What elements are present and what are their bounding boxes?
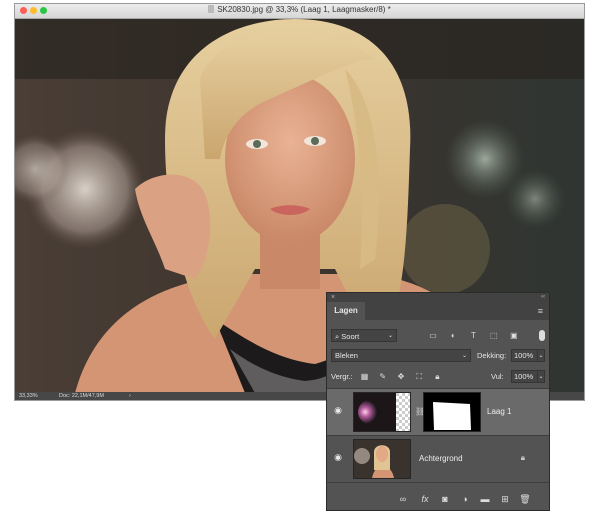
new-group-icon[interactable]: ▬ bbox=[479, 493, 491, 505]
blend-mode-value: Bleken bbox=[335, 351, 358, 360]
document-size: Doc: 22,1M/47,9M bbox=[59, 393, 104, 399]
opacity-label: Dekking: bbox=[477, 351, 507, 360]
opacity-dropdown-icon[interactable]: ⌄ bbox=[537, 349, 545, 362]
lock-row: Vergr.: ▦ ✎ ✥ ⛶ 🔒︎ Vul: 100% ⌄ bbox=[331, 370, 545, 384]
new-layer-icon[interactable]: ⊞ bbox=[499, 493, 511, 505]
panel-header[interactable]: × ‹‹ bbox=[327, 293, 549, 302]
layer-name[interactable]: Achtergrond bbox=[419, 454, 463, 464]
blend-row: Bleken ⌄ Dekking: 100% ⌄ bbox=[331, 349, 545, 363]
chevron-down-icon: ⌄ bbox=[387, 333, 393, 339]
lock-artboard-icon[interactable]: ⛶ bbox=[414, 370, 425, 383]
search-icon: ⌕ bbox=[335, 332, 340, 341]
window-titlebar[interactable]: SK20830.jpg @ 33,3% (Laag 1, Laagmasker/… bbox=[15, 4, 584, 19]
close-panel-icon[interactable]: × bbox=[331, 293, 335, 302]
type-filter-icon[interactable]: T bbox=[467, 329, 479, 342]
document-icon bbox=[208, 5, 215, 13]
collapse-panel-icon[interactable]: ‹‹ bbox=[541, 293, 545, 302]
chevron-down-icon: ⌄ bbox=[461, 353, 467, 359]
layer-thumbnail[interactable] bbox=[353, 392, 411, 432]
panel-menu-icon[interactable]: ≡ bbox=[538, 306, 543, 316]
fill-label: Vul: bbox=[491, 372, 504, 381]
layer-name[interactable]: Laag 1 bbox=[487, 407, 511, 417]
visibility-eye-icon[interactable]: ◉ bbox=[333, 452, 343, 462]
layers-panel: × ‹‹ Lagen ≡ ⌕ Soort ⌄ ▭ ◐ T ⬚ ▣ Bleken … bbox=[326, 292, 550, 511]
panel-bottom-bar: ∞ fx ◙ ◑ ▬ ⊞ 🗑︎ bbox=[327, 488, 549, 510]
add-mask-icon[interactable]: ◙ bbox=[439, 493, 451, 505]
lock-all-icon[interactable]: 🔒︎ bbox=[432, 370, 443, 383]
layer-thumbnail[interactable] bbox=[353, 439, 411, 479]
layer-thumbnail-image bbox=[354, 393, 410, 431]
lock-transparency-icon[interactable]: ▦ bbox=[359, 370, 370, 383]
lock-label: Vergr.: bbox=[331, 372, 353, 381]
layer-row-achtergrond[interactable]: ◉ Achtergrond 🔒︎ bbox=[327, 436, 549, 483]
window-title: SK20830.jpg @ 33,3% (Laag 1, Laagmasker/… bbox=[15, 5, 584, 14]
smartobject-filter-icon[interactable]: ▣ bbox=[508, 329, 520, 342]
status-menu-arrow[interactable]: › bbox=[129, 392, 131, 400]
fill-input[interactable]: 100% bbox=[511, 370, 539, 383]
filter-kind-label: Soort bbox=[341, 332, 360, 341]
zoom-level[interactable]: 33,33% bbox=[19, 392, 38, 400]
window-title-text: SK20830.jpg @ 33,3% (Laag 1, Laagmasker/… bbox=[217, 5, 391, 14]
delete-layer-icon[interactable]: 🗑︎ bbox=[519, 493, 531, 505]
filter-toggle-switch[interactable] bbox=[539, 330, 545, 341]
adjustment-layer-icon[interactable]: ◑ bbox=[459, 493, 471, 505]
fx-icon[interactable]: fx bbox=[419, 493, 431, 505]
lock-icon[interactable]: 🔒︎ bbox=[521, 453, 525, 463]
shape-filter-icon[interactable]: ⬚ bbox=[488, 329, 500, 342]
lock-icons: ▦ ✎ ✥ ⛶ 🔒︎ bbox=[359, 370, 448, 383]
filter-kind-select[interactable]: ⌕ Soort ⌄ bbox=[331, 329, 397, 342]
blend-mode-select[interactable]: Bleken ⌄ bbox=[331, 349, 471, 362]
layer-mask-image bbox=[424, 393, 480, 431]
link-layers-icon[interactable]: ∞ bbox=[397, 493, 409, 505]
panel-tabbar: Lagen ≡ bbox=[327, 302, 549, 320]
layer-mask-thumbnail[interactable] bbox=[423, 392, 481, 432]
adjustment-filter-icon[interactable]: ◐ bbox=[447, 329, 459, 342]
background-thumbnail-image bbox=[354, 440, 410, 478]
layer-row-laag-1[interactable]: ◉ ⛓ Laag 1 bbox=[327, 389, 549, 436]
tab-layers[interactable]: Lagen bbox=[327, 302, 365, 320]
layer-filter-row: ⌕ Soort ⌄ ▭ ◐ T ⬚ ▣ bbox=[331, 329, 545, 344]
visibility-eye-icon[interactable]: ◉ bbox=[333, 405, 343, 415]
fill-dropdown-icon[interactable]: ⌄ bbox=[537, 370, 545, 383]
image-filter-icon[interactable]: ▭ bbox=[427, 329, 439, 342]
lock-position-icon[interactable]: ✥ bbox=[395, 370, 406, 383]
opacity-input[interactable]: 100% bbox=[511, 349, 539, 362]
filter-icons: ▭ ◐ T ⬚ ▣ bbox=[427, 329, 526, 342]
lock-paint-icon[interactable]: ✎ bbox=[377, 370, 388, 383]
